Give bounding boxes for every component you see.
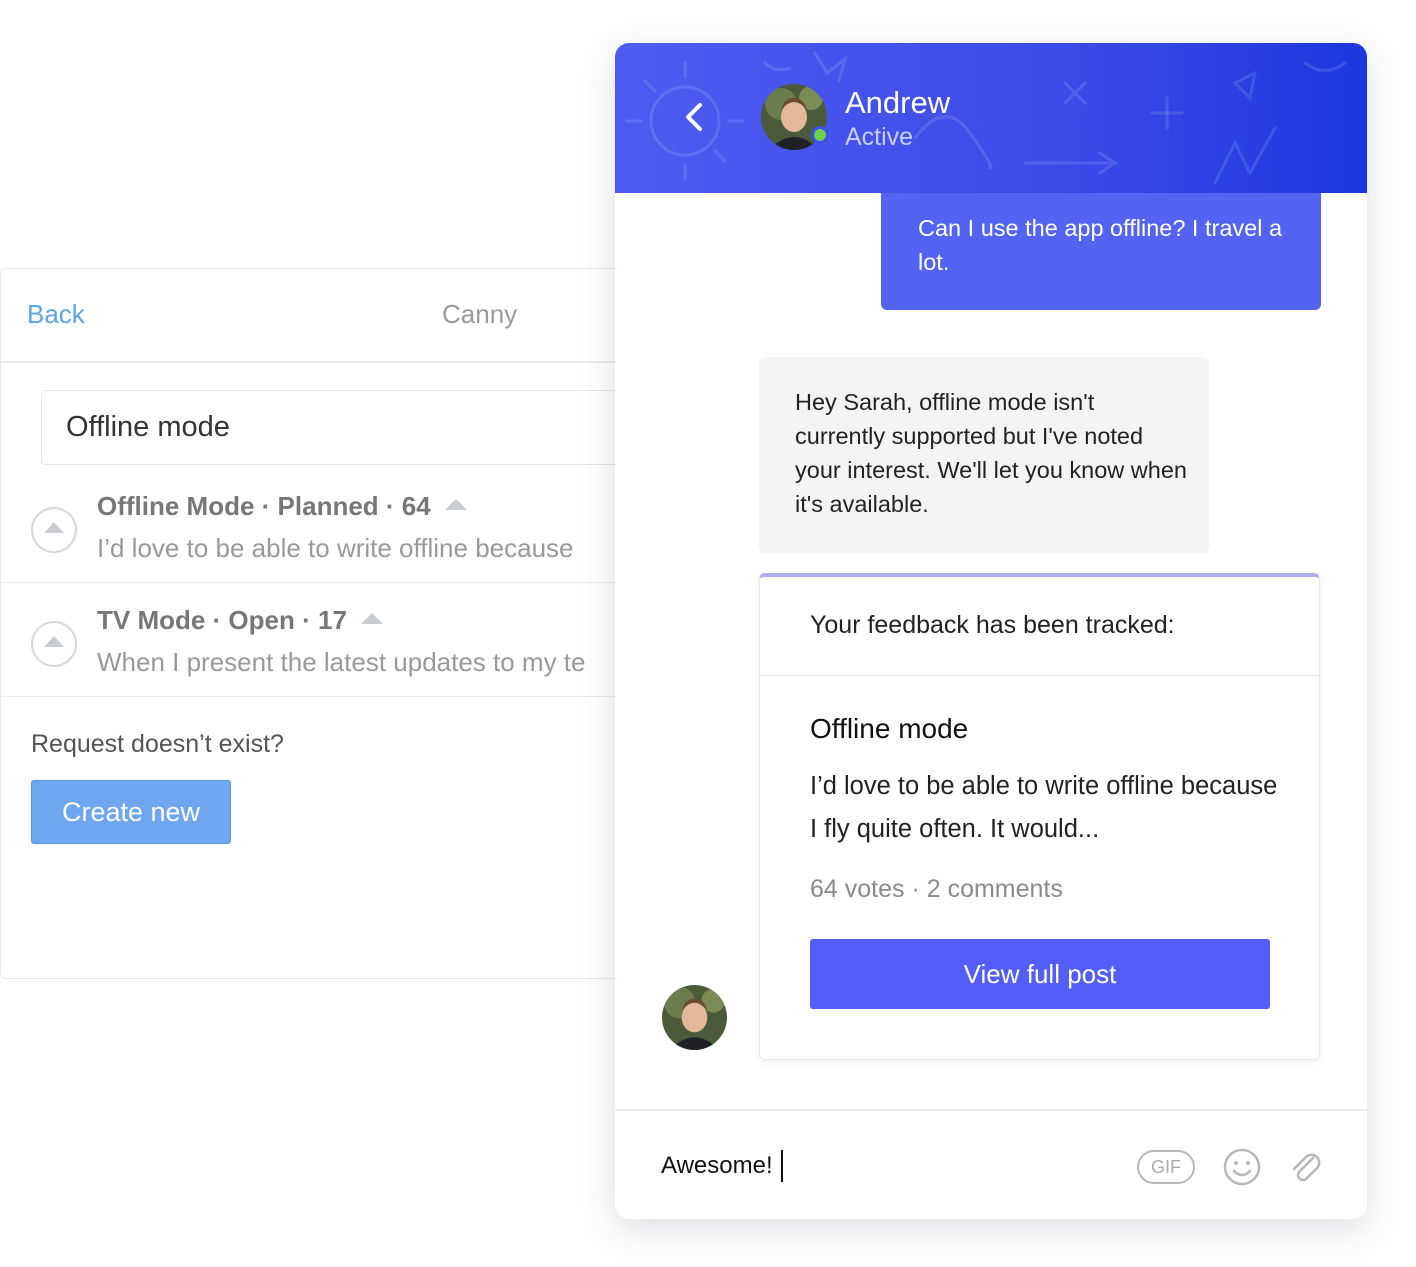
agent-avatar	[662, 985, 727, 1050]
post-description: When I present the latest updates to my …	[97, 647, 586, 677]
upvote-button[interactable]	[31, 507, 77, 553]
card-post-excerpt: I’d love to be able to write offline bec…	[810, 772, 1278, 843]
search-input[interactable]	[41, 390, 639, 465]
create-new-button[interactable]: Create new	[31, 780, 231, 844]
back-link[interactable]: Back	[27, 299, 85, 330]
paperclip-icon[interactable]	[1285, 1146, 1325, 1186]
request-prompt: Request doesn’t exist?	[31, 730, 284, 758]
chat-header: Andrew Active	[615, 43, 1367, 193]
online-status-dot	[811, 126, 829, 144]
agent-message-bubble: Hey Sarah, offline mode isn't currently …	[759, 357, 1209, 553]
user-message-bubble: Can I use the app offline? I travel a lo…	[881, 193, 1321, 310]
card-post-title: Offline mode	[810, 713, 969, 744]
text-caret	[781, 1150, 783, 1182]
agent-name: Andrew	[845, 85, 951, 120]
card-post-meta: 64 votes · 2 comments	[810, 875, 1063, 903]
post-title: Offline Mode · Planned · 64	[97, 491, 467, 522]
post-title: TV Mode · Open · 17	[97, 605, 383, 636]
message-input[interactable]	[661, 1143, 1101, 1189]
upvote-arrow-icon	[360, 613, 383, 624]
post-row[interactable]: TV Mode · Open · 17 When I present the l…	[1, 583, 639, 697]
feedback-card: Your feedback has been tracked: Offline …	[759, 573, 1320, 1060]
gif-button[interactable]: GIF	[1137, 1150, 1195, 1184]
post-row[interactable]: Offline Mode · Planned · 64 I’d love to …	[1, 469, 639, 583]
canny-panel: Back Canny Offline Mode · Planned · 64 I…	[0, 268, 640, 979]
header-doodle-pattern	[625, 51, 1347, 185]
view-full-post-button[interactable]: View full post	[810, 939, 1270, 1009]
canny-title: Canny	[442, 299, 518, 329]
composer-divider	[615, 1109, 1367, 1111]
canny-header: Back Canny	[1, 269, 639, 363]
smiley-icon[interactable]	[1222, 1147, 1262, 1187]
upvote-arrow-icon	[444, 499, 467, 510]
back-arrow-icon[interactable]	[675, 97, 715, 137]
card-divider	[760, 675, 1319, 676]
agent-status: Active	[845, 123, 914, 151]
card-heading: Your feedback has been tracked:	[810, 611, 1175, 639]
upvote-button[interactable]	[31, 621, 77, 667]
chat-panel: Andrew Active Can I use the app offline?…	[615, 43, 1367, 1219]
post-description: I’d love to be able to write offline bec…	[97, 533, 574, 563]
